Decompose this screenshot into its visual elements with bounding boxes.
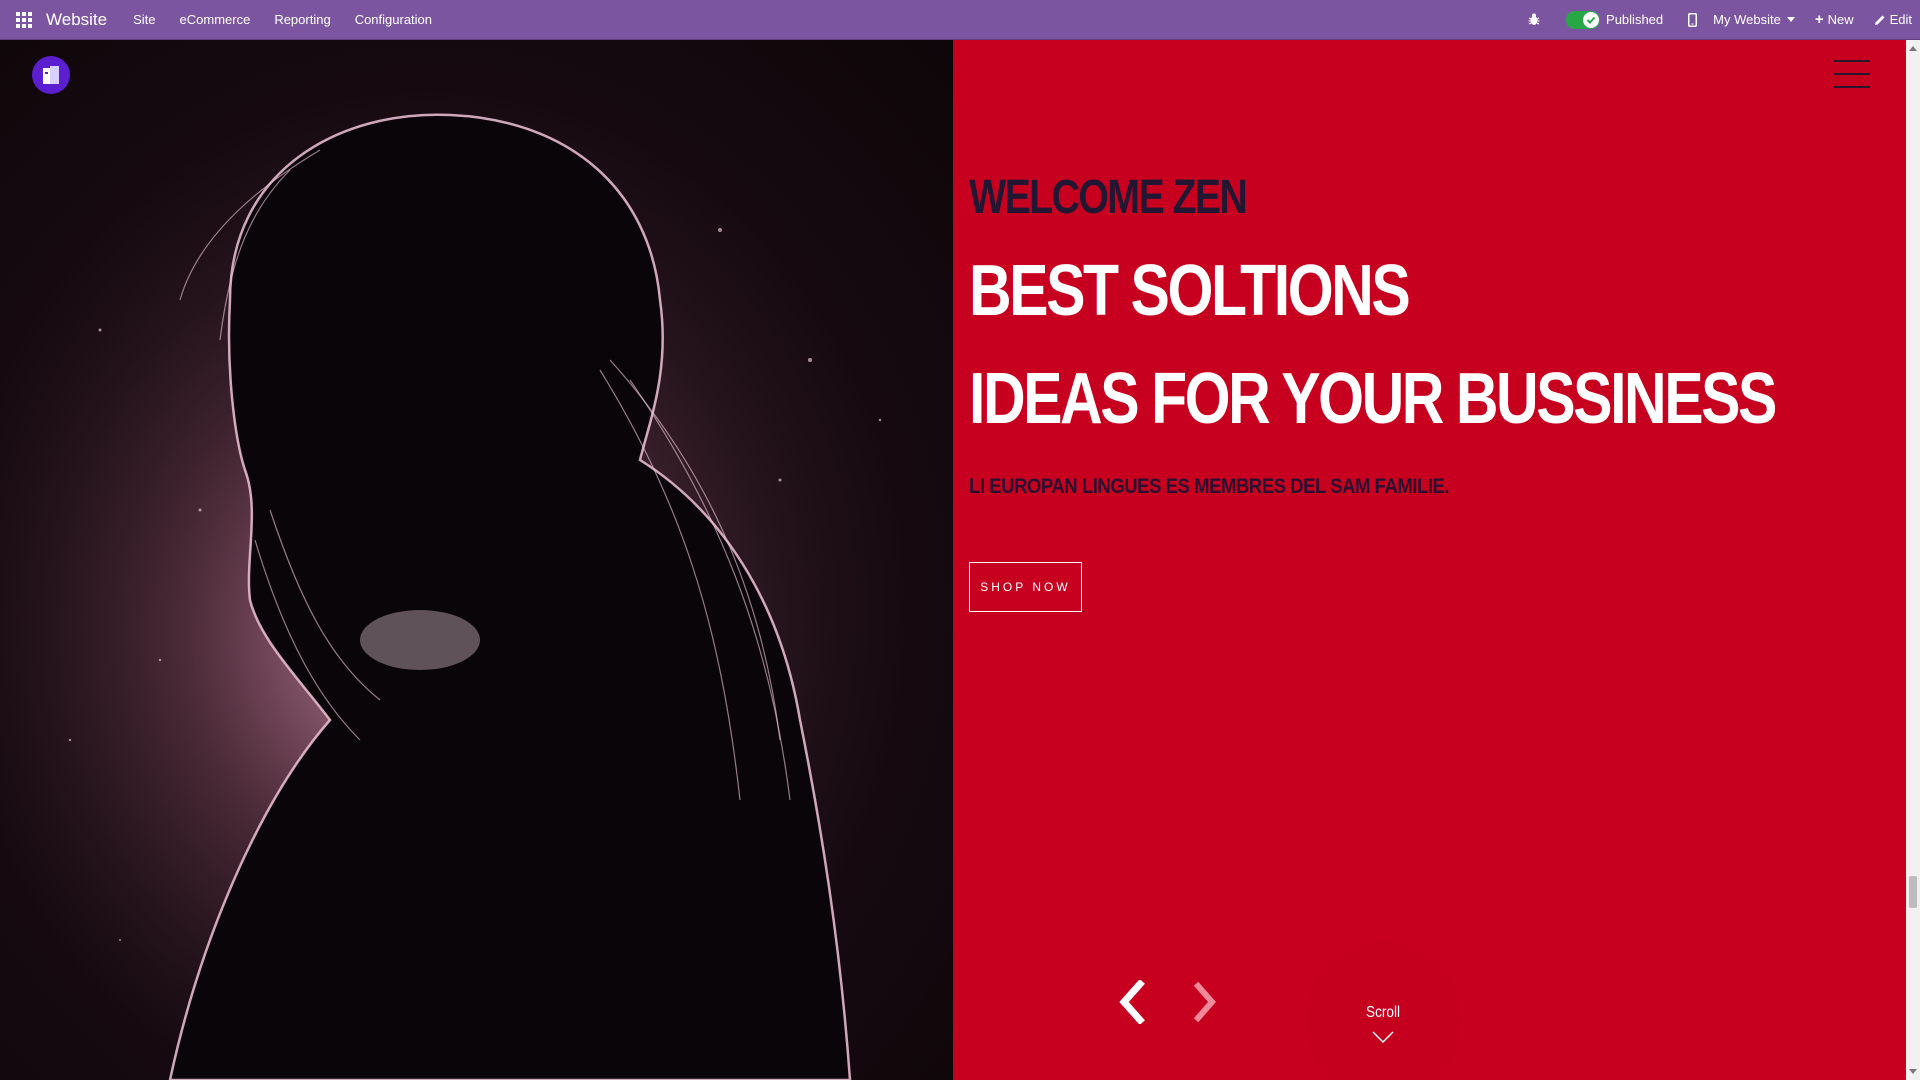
silhouette-figure — [0, 40, 953, 1080]
chevron-down-icon — [1372, 1031, 1394, 1044]
new-button[interactable]: + New — [1815, 11, 1854, 28]
scrollbar-thumb[interactable] — [1909, 876, 1917, 908]
edit-button[interactable]: Edit — [1874, 12, 1912, 27]
scroll-down-arrow-icon[interactable] — [1909, 1069, 1917, 1074]
website-switcher-label: My Website — [1713, 12, 1781, 27]
bug-icon[interactable] — [1526, 12, 1542, 28]
new-button-label: New — [1827, 12, 1854, 27]
pencil-icon — [1874, 15, 1885, 25]
mobile-preview-icon[interactable] — [1685, 12, 1699, 28]
shop-now-button[interactable]: SHOP NOW — [969, 562, 1082, 612]
scroll-label: Scroll — [1365, 1004, 1400, 1021]
hero-subtitle: LI EUROPAN LINGUES ES MEMBRES DEL SAM FA… — [969, 475, 1450, 498]
publish-toggle[interactable] — [1566, 10, 1601, 29]
plus-icon: + — [1814, 11, 1824, 28]
caret-down-icon — [1786, 17, 1795, 22]
scroll-indicator[interactable]: Scroll — [1303, 940, 1463, 1080]
menu-item-ecommerce[interactable]: eCommerce — [168, 0, 263, 40]
hero-title-line1: BEST SOLTIONS — [969, 251, 1411, 331]
check-icon — [1583, 11, 1600, 28]
site-logo[interactable] — [32, 56, 70, 94]
apps-grid-icon[interactable] — [2, 0, 46, 40]
admin-navbar: Website Site eCommerce Reporting Configu… — [0, 0, 1920, 40]
hero-text-panel: WELCOME ZEN BEST SOLTIONS IDEAS FOR YOUR… — [953, 40, 1906, 1080]
hero-title-line2: IDEAS FOR YOUR BUSSINESS — [969, 359, 1777, 439]
menu-item-site[interactable]: Site — [121, 0, 167, 40]
navbar-left: Website Site eCommerce Reporting Configu… — [0, 0, 444, 39]
scroll-up-arrow-icon[interactable] — [1909, 46, 1917, 51]
published-label[interactable]: Published — [1606, 12, 1663, 27]
page-scrollbar[interactable] — [1906, 40, 1920, 1080]
hero-welcome-heading: WELCOME ZEN — [969, 171, 1248, 224]
app-brand[interactable]: Website — [46, 10, 107, 30]
carousel-prev-arrow-icon[interactable] — [1113, 978, 1149, 1026]
menu-item-reporting[interactable]: Reporting — [262, 0, 342, 40]
navbar-right: Published My Website + New Edit — [1516, 0, 1920, 39]
carousel-next-arrow-icon[interactable] — [1187, 978, 1223, 1026]
menu-item-configuration[interactable]: Configuration — [343, 0, 444, 40]
edit-button-label: Edit — [1889, 12, 1912, 27]
logo-icon — [43, 66, 59, 84]
hamburger-menu-icon[interactable] — [1834, 60, 1870, 88]
hero-image-silhouette — [0, 40, 953, 1080]
website-switcher[interactable]: My Website — [1713, 12, 1795, 27]
hero-section: WELCOME ZEN BEST SOLTIONS IDEAS FOR YOUR… — [0, 40, 1906, 1080]
